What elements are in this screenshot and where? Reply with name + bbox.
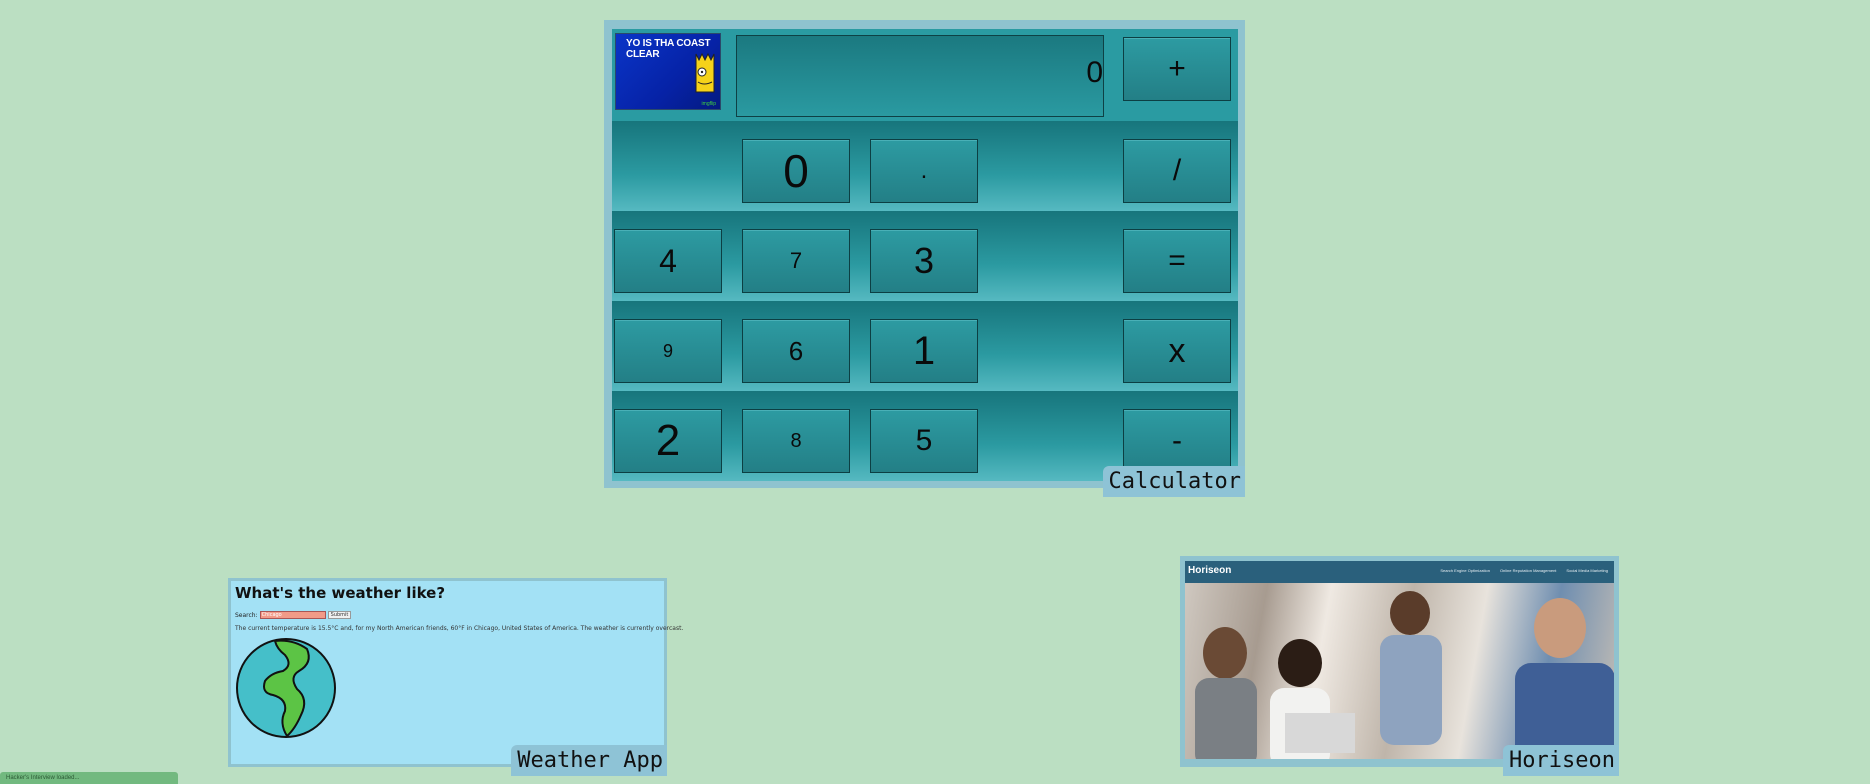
weather-description: The current temperature is 15.5°C and, f… <box>235 625 684 632</box>
decimal-button[interactable]: . <box>870 139 978 203</box>
calculator-thumbnail-image: YO IS THA COAST CLEAR imgflip <box>615 33 721 110</box>
horiseon-nav-item: Social Media Marketing <box>1566 568 1608 573</box>
digit-7-button[interactable]: 7 <box>742 229 850 293</box>
horiseon-nav: Search Engine Optimization Online Reputa… <box>1440 568 1608 573</box>
people-meeting-image <box>1195 591 1614 759</box>
digit-2-button[interactable]: 2 <box>614 409 722 473</box>
weather-title: What's the weather like? <box>235 584 446 602</box>
weather-app-card[interactable]: What's the weather like? Search: Chicago… <box>228 578 683 776</box>
horiseon-brand: Horiseon <box>1188 565 1232 576</box>
horiseon-screenshot: Horiseon Search Engine Optimization Onli… <box>1185 561 1614 759</box>
calculator-body: YO IS THA COAST CLEAR imgflip 0 + 0 . / … <box>612 29 1238 481</box>
digit-0-button[interactable]: 0 <box>742 139 850 203</box>
weather-search-row: Search: Chicago Submit <box>235 611 352 619</box>
digit-6-button[interactable]: 6 <box>742 319 850 383</box>
digit-5-button[interactable]: 5 <box>870 409 978 473</box>
minus-button[interactable]: - <box>1123 409 1231 473</box>
horiseon-nav-item: Online Reputation Management <box>1499 568 1557 573</box>
submit-button[interactable]: Submit <box>327 611 352 619</box>
horiseon-nav-item: Search Engine Optimization <box>1440 568 1490 573</box>
display-value: 0 <box>1086 56 1103 89</box>
status-text: Hacker's Interview loaded... <box>6 775 80 781</box>
weather-app-label[interactable]: Weather App <box>511 745 667 776</box>
digit-9-button[interactable]: 9 <box>614 319 722 383</box>
horiseon-hero-image <box>1185 583 1614 759</box>
horiseon-card[interactable]: Horiseon Search Engine Optimization Onli… <box>1180 556 1619 776</box>
digit-8-button[interactable]: 8 <box>742 409 850 473</box>
plus-button[interactable]: + <box>1123 37 1231 101</box>
calculator-display: 0 <box>736 35 1104 117</box>
digit-4-button[interactable]: 4 <box>614 229 722 293</box>
status-bar: Hacker's Interview loaded... <box>0 772 178 784</box>
calculator-label[interactable]: Calculator <box>1102 466 1245 497</box>
equals-button[interactable]: = <box>1123 229 1231 293</box>
globe-icon <box>236 638 336 738</box>
search-label: Search: <box>235 611 258 619</box>
divide-button[interactable]: / <box>1123 139 1231 203</box>
digit-1-button[interactable]: 1 <box>870 319 978 383</box>
calculator-card[interactable]: YO IS THA COAST CLEAR imgflip 0 + 0 . / … <box>604 20 1245 497</box>
digit-3-button[interactable]: 3 <box>870 229 978 293</box>
bart-icon <box>695 52 715 93</box>
multiply-button[interactable]: x <box>1123 319 1231 383</box>
horiseon-label[interactable]: Horiseon <box>1503 745 1619 776</box>
horiseon-header: Horiseon Search Engine Optimization Onli… <box>1185 561 1614 583</box>
search-input[interactable]: Chicago <box>259 611 326 619</box>
